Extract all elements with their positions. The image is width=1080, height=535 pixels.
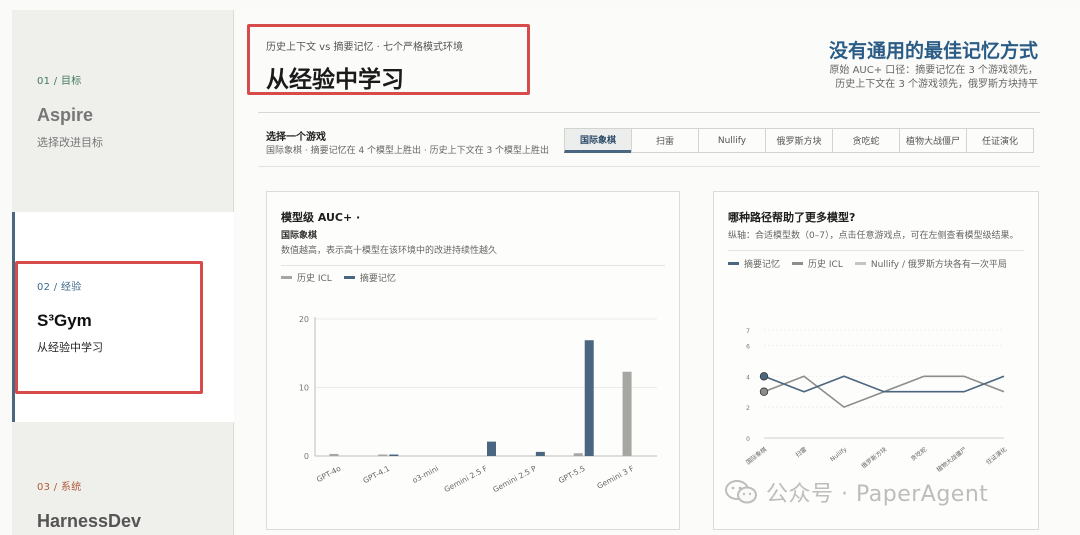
tab-minesweeper[interactable]: 扫雷 [631,128,699,153]
chart-legend: 摘要记忆 历史 ICL Nullify / 俄罗斯方块各有一次平局 [728,257,1019,270]
sidebar-item-title: Aspire [37,105,94,125]
conclusion-line-1: 原始 AUC+ 口径：摘要记忆在 3 个游戏领先， [829,65,1038,76]
legend-label: 历史 ICL [808,260,843,270]
series-point [759,372,769,381]
x-tick-label: GPT-5.5 [557,464,587,486]
conclusion-line-2: 历史上下文在 3 个游戏领先，俄罗斯方块持平 [835,79,1038,90]
y-tick-label: 7 [746,328,750,335]
card-description: 纵轴：合适模型数（0–7），点击任意游戏点，可在左侧查看模型级结果。 [728,231,1019,241]
card-title: 哪种路径帮助了更多模型? [728,211,856,224]
bar-history-icl [378,454,388,456]
tab-nullify[interactable]: Nullify [698,128,766,153]
legend-item[interactable]: 历史 ICL [792,257,843,270]
divider [258,166,1040,167]
legend-item[interactable]: 历史 ICL [281,271,332,284]
watermark-text: 公众号 · PaperAgent [766,482,989,507]
chart-legend: 历史 ICL 摘要记忆 [281,271,408,284]
sidebar-item-number: 02 / 经验 [37,282,82,293]
legend-label: 摘要记忆 [744,260,781,270]
y-tick-label: 2 [746,405,750,412]
tab-evolution[interactable]: 任证演化 [966,128,1034,153]
series-point [759,387,769,396]
y-tick-label: 20 [299,315,309,324]
x-tick-label: 任证演化 [984,445,1008,466]
sidebar-item-harnessdev[interactable]: 03 / 系统 HarnessDev [12,478,234,532]
y-tick-label: 6 [746,343,750,350]
conclusion-title: 没有通用的最佳记忆方式 [828,40,1038,62]
x-tick-label: 俄罗斯方块 [860,445,889,470]
card-title: 模型级 AUC+ · [281,211,361,224]
page-title: 从经验中学习 [266,67,404,93]
legend-swatch [792,262,804,265]
x-tick-label: GPT-4.1 [362,464,392,486]
legend-label: Nullify / 俄罗斯方块各有一次平局 [870,260,1007,270]
y-tick-label: 4 [746,374,750,381]
bar-summary-memory [584,340,594,456]
legend-label: 摘要记忆 [359,274,396,284]
legend-swatch [854,262,866,265]
bar-summary-memory [389,454,399,456]
tab-chess[interactable]: 国际象棋 [564,128,632,153]
sidebar-item-aspire[interactable]: 01 / 目标 Aspire 选择改进目标 [12,72,234,150]
x-tick-label: Gemini 2.5 P [491,464,538,495]
tab-pvz[interactable]: 植物大战僵尸 [899,128,967,153]
card-description: 数值越高，表示高十模型在该环境中的改进持续性越久 [281,246,498,256]
bar-summary-memory [535,451,545,456]
game-picker-label: 选择一个游戏 [266,132,326,143]
legend-label: 历史 ICL [297,274,332,284]
x-tick-label: GPT-4o [315,464,343,484]
legend-item[interactable]: 摘要记忆 [343,271,396,284]
sidebar-item-title: HarnessDev [37,511,142,531]
divider [258,112,1040,113]
bar-summary-memory [487,441,496,456]
x-tick-label: Gemini 2.5 F [443,464,489,494]
sidebar-item-s3gym[interactable]: 02 / 经验 S³Gym 从经验中学习 [12,212,234,422]
legend-swatch [728,262,739,265]
sidebar: 01 / 目标 Aspire 选择改进目标 02 / 经验 S³Gym 从经验中… [12,10,234,535]
wechat-icon [725,480,757,504]
sidebar-item-title: S³Gym [37,311,92,330]
tab-tetris[interactable]: 俄罗斯方块 [765,128,833,153]
legend-item[interactable]: 摘要记忆 [728,257,780,270]
bar-history-icl [573,453,583,456]
legend-swatch [281,276,292,279]
x-tick-label: 植物大战僵尸 [935,445,968,473]
game-tabs: 国际象棋 扫雷 Nullify 俄罗斯方块 贪吃蛇 植物大战僵尸 任证演化 [564,128,1034,153]
x-tick-label: 贪吃蛇 [909,445,928,462]
tab-snake[interactable]: 贪吃蛇 [832,128,900,153]
y-tick-label: 0 [304,452,309,461]
sidebar-item-number: 01 / 目标 [37,76,82,87]
legend-item[interactable]: Nullify / 俄罗斯方块各有一次平局 [854,257,1007,270]
x-tick-label: 扫雷 [794,445,808,459]
header-subtitle: 历史上下文 vs 摘要记忆 · 七个严格模式环境 [266,42,464,53]
x-tick-label: 国际象棋 [744,445,768,466]
sidebar-item-subtitle: 选择改进目标 [37,136,103,149]
legend-swatch [343,276,355,279]
card-subtitle: 国际象棋 [281,231,318,241]
watermark: 公众号 · PaperAgent [724,476,988,508]
model-auc-card: 模型级 AUC+ · 国际象棋 数值越高，表示高十模型在该环境中的改进持续性越久… [266,191,680,530]
y-tick-label: 10 [299,384,309,393]
auc-bar-chart: 01020GPT-4o GPT-4.1 o3-mini Gemini 2.5 F Gem… [299,315,657,495]
x-tick-label: o3-mini [411,464,440,485]
game-picker-hint: 国际象棋 · 摘要记忆在 4 个模型上胜出 · 历史上下文在 3 个模型上胜出 [266,146,550,156]
bar-history-icl [622,371,632,456]
divider [281,265,665,266]
x-tick-label: Nullify [829,446,849,463]
sidebar-item-number: 03 / 系统 [37,482,82,493]
sidebar-item-subtitle: 从经验中学习 [37,341,103,354]
x-tick-label: Gemini 3 F [596,464,636,491]
y-tick-label: 0 [746,436,750,443]
divider [728,250,1024,251]
bar-history-icl [329,453,339,456]
